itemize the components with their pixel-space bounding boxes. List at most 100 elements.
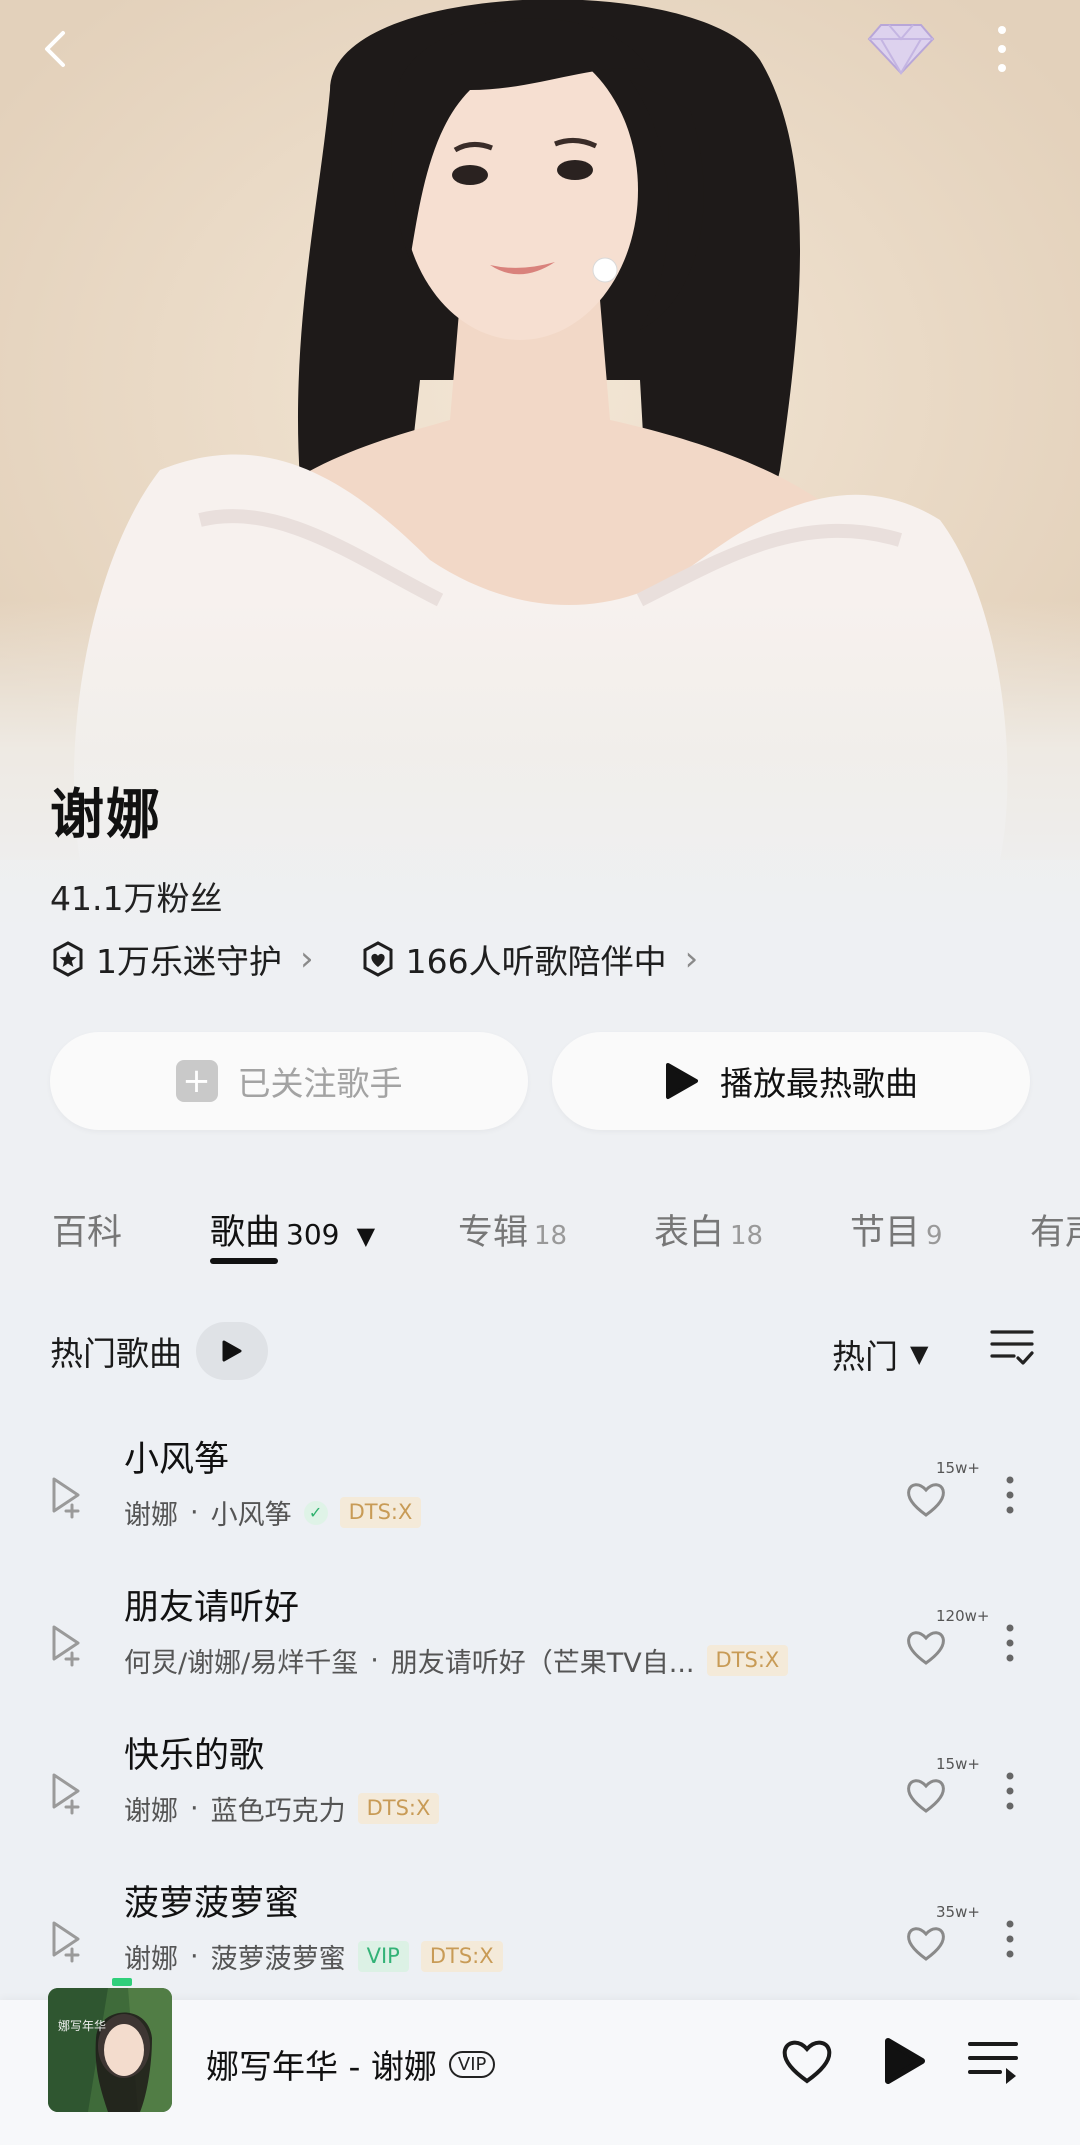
artist-stats: 1万乐迷守护 › 166人听歌陪伴中 ›	[50, 935, 744, 983]
more-vertical-icon[interactable]	[1004, 1919, 1016, 1959]
tab-count: 309	[286, 1218, 340, 1251]
player-like-button[interactable]	[780, 2036, 834, 2090]
tab-label: 有声	[1030, 1213, 1080, 1253]
play-hot-label: 播放最热歌曲	[720, 1064, 918, 1103]
like-count: 15w+	[936, 1755, 980, 1773]
heart-icon	[907, 1483, 945, 1517]
artist-hero	[0, 0, 1080, 930]
like-button[interactable]: 120w+	[904, 1607, 989, 1673]
dts-badge: DTS:X	[339, 1496, 422, 1529]
more-vertical-icon	[998, 26, 1006, 72]
play-all-button[interactable]	[196, 1322, 268, 1380]
song-row[interactable]: 小风筝 谢娜 · 小风筝 ✓ DTS:X 15w+	[0, 1425, 1080, 1573]
vip-badge: VIP	[357, 1940, 409, 1973]
followed-button[interactable]: + 已关注歌手	[50, 1032, 528, 1130]
fan-guard-label: 1万乐迷守护	[96, 942, 282, 981]
more-vertical-icon[interactable]	[1004, 1475, 1016, 1515]
song-meta: 谢娜 · 小风筝 ✓ DTS:X	[124, 1493, 422, 1532]
tab-label: 表白	[654, 1213, 725, 1253]
dts-badge: DTS:X	[706, 1644, 789, 1677]
song-title: 朋友请听好	[124, 1588, 300, 1628]
action-row: + 已关注歌手 播放最热歌曲	[50, 1032, 1030, 1130]
song-album: 蓝色巧克力	[210, 1796, 346, 1827]
dts-badge: DTS:X	[420, 1940, 503, 1973]
tab-programs[interactable]: 节目 9	[850, 1204, 943, 1255]
playlist-icon	[968, 2042, 1018, 2084]
play-icon	[222, 1340, 242, 1362]
play-hot-songs-button[interactable]: 播放最热歌曲	[552, 1032, 1030, 1130]
sort-dropdown[interactable]: 热门 ▼	[832, 1330, 928, 1378]
diamond-icon	[867, 24, 935, 75]
tab-label: 节目	[850, 1213, 921, 1253]
followed-label: 已关注歌手	[237, 1064, 403, 1103]
play-icon	[666, 1063, 698, 1099]
chevron-right-icon: ›	[684, 939, 699, 979]
heart-icon	[782, 2040, 832, 2084]
song-row[interactable]: 快乐的歌 谢娜 · 蓝色巧克力 DTS:X 15w+	[0, 1721, 1080, 1869]
sort-label: 热门	[832, 1337, 898, 1376]
tab-albums[interactable]: 专辑 18	[458, 1204, 567, 1255]
artist-tabs: 百科 歌曲309 ▼ 专辑18 表白18 节目9 有声	[0, 1196, 1080, 1286]
chevron-right-icon: ›	[300, 939, 314, 979]
like-count: 15w+	[936, 1459, 980, 1477]
tab-songs[interactable]: 歌曲 309 ▼	[210, 1204, 375, 1255]
list-header: 热门歌曲 热门 ▼	[50, 1320, 1035, 1382]
separator-dot: ·	[190, 1497, 199, 1528]
song-title: 小风筝	[124, 1440, 230, 1480]
add-to-playlist-icon[interactable]	[44, 1919, 84, 1963]
tab-audiobooks[interactable]: 有声	[1030, 1204, 1080, 1255]
player-playlist-button[interactable]	[966, 2036, 1020, 2090]
song-album: 朋友请听好（芒果TV自...	[390, 1648, 695, 1679]
tab-wiki[interactable]: 百科	[52, 1204, 122, 1255]
now-playing-title: 娜写年华 - 谢娜	[206, 2047, 437, 2086]
mini-player[interactable]: 娜写年华 娜写年华 - 谢娜 VIP	[0, 1978, 1080, 2145]
song-title: 菠萝菠萝蜜	[124, 1884, 300, 1924]
song-meta: 何炅/谢娜/易烊千玺 · 朋友请听好（芒果TV自... DTS:X	[124, 1641, 789, 1680]
tab-label: 歌曲	[210, 1213, 281, 1253]
dropdown-triangle-icon: ▼	[910, 1340, 929, 1368]
tab-count: 18	[730, 1221, 764, 1251]
fan-guard-link[interactable]: 1万乐迷守护 ›	[50, 935, 314, 983]
list-title: 热门歌曲	[50, 1334, 182, 1373]
add-to-playlist-icon[interactable]	[44, 1771, 84, 1815]
star-shield-icon	[53, 941, 83, 977]
like-button[interactable]: 15w+	[904, 1459, 980, 1525]
song-artist: 谢娜	[124, 1944, 178, 1975]
manage-list-button[interactable]	[988, 1322, 1036, 1374]
dts-badge: DTS:X	[357, 1792, 440, 1825]
dropdown-triangle-icon: ▼	[356, 1222, 376, 1250]
active-tab-indicator	[210, 1258, 278, 1264]
chevron-left-icon	[45, 31, 65, 67]
list-check-icon	[990, 1330, 1034, 1365]
back-button[interactable]	[22, 14, 92, 84]
companion-label: 166人听歌陪伴中	[405, 942, 667, 981]
fan-count: 41.1万粉丝	[50, 879, 223, 918]
like-button[interactable]: 35w+	[904, 1903, 980, 1969]
listening-companion-link[interactable]: 166人听歌陪伴中 ›	[360, 935, 699, 983]
heart-icon	[907, 1779, 945, 1813]
add-to-playlist-icon[interactable]	[44, 1475, 84, 1519]
tab-confessions[interactable]: 表白 18	[654, 1204, 763, 1255]
vip-gem-button[interactable]	[866, 14, 936, 84]
more-button[interactable]	[967, 14, 1037, 84]
more-vertical-icon[interactable]	[1004, 1623, 1016, 1663]
add-to-playlist-icon[interactable]	[44, 1623, 84, 1667]
artist-page: 谢娜 41.1万粉丝 1万乐迷守护 › 166人听歌陪伴中 › + 已关注歌手	[0, 0, 1080, 2145]
more-vertical-icon[interactable]	[1004, 1771, 1016, 1811]
song-meta: 谢娜 · 菠萝菠萝蜜 VIP DTS:X	[124, 1937, 503, 1976]
song-row[interactable]: 朋友请听好 何炅/谢娜/易烊千玺 · 朋友请听好（芒果TV自... DTS:X …	[0, 1573, 1080, 1721]
song-album: 菠萝菠萝蜜	[210, 1944, 346, 1975]
heart-icon	[907, 1927, 945, 1961]
cover-title: 娜写年华	[58, 2019, 106, 2033]
player-play-button[interactable]	[880, 2036, 928, 2090]
now-playing[interactable]: 娜写年华 - 谢娜 VIP	[206, 2040, 496, 2088]
song-album: 小风筝	[210, 1500, 292, 1531]
like-button[interactable]: 15w+	[904, 1755, 980, 1821]
verified-check-icon: ✓	[303, 1500, 328, 1525]
like-count: 120w+	[936, 1607, 990, 1625]
like-count: 35w+	[936, 1903, 980, 1921]
song-meta: 谢娜 · 蓝色巧克力 DTS:X	[124, 1789, 440, 1828]
album-cover[interactable]: 娜写年华	[48, 1988, 172, 2112]
album-cover-art: 娜写年华	[48, 1988, 172, 2112]
plus-icon: +	[175, 1060, 218, 1102]
